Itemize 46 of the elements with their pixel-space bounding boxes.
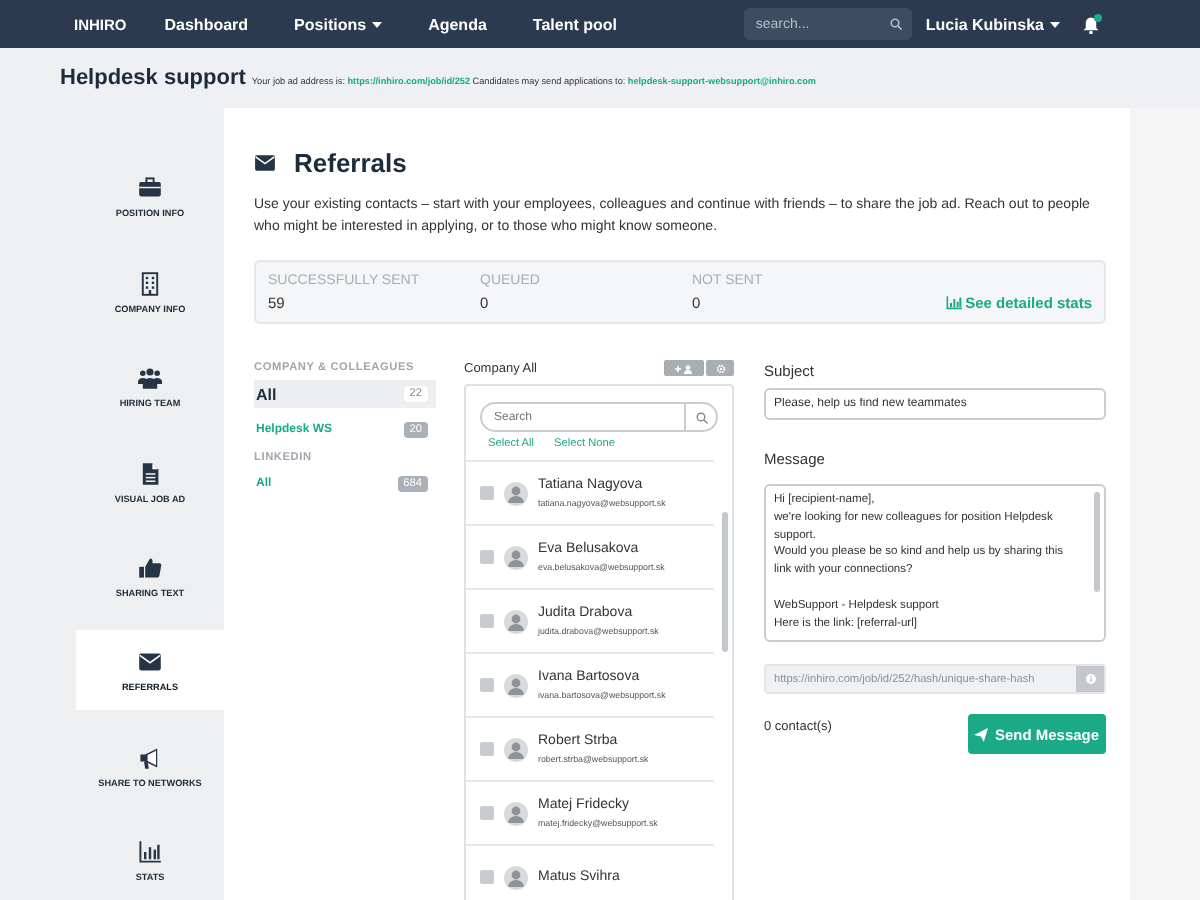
search-icon	[889, 18, 902, 30]
caret-icon	[372, 21, 383, 27]
megaphone-icon	[138, 745, 162, 770]
nav-link[interactable]: Positions	[294, 15, 383, 33]
envelope-icon	[254, 152, 276, 174]
add-contact-button[interactable]	[664, 360, 704, 376]
avatar-icon	[504, 673, 528, 697]
notification-bell[interactable]	[1082, 15, 1100, 33]
thumbs-up-icon	[138, 555, 162, 580]
nav-link[interactable]: Talent pool	[532, 15, 617, 33]
avatar-icon	[504, 737, 528, 761]
scrollbar[interactable]	[722, 512, 728, 652]
avatar-icon	[504, 609, 528, 633]
page-title: Helpdesk support	[60, 64, 246, 94]
briefcase-icon	[138, 176, 162, 201]
settings-icon	[715, 363, 725, 373]
paper-plane-icon	[974, 727, 989, 741]
avatar-icon	[504, 545, 528, 569]
settings-button[interactable]	[706, 360, 734, 376]
search-icon	[696, 411, 708, 423]
nav-link[interactable]: Agenda	[428, 15, 487, 33]
checkbox[interactable]	[480, 678, 494, 692]
checkbox[interactable]	[480, 486, 494, 500]
info-icon	[1085, 674, 1095, 684]
checkbox[interactable]	[480, 742, 494, 756]
person-plus-icon	[674, 363, 694, 373]
document-icon	[138, 461, 162, 485]
avatar-icon	[504, 481, 528, 505]
checkbox[interactable]	[480, 614, 494, 628]
avatar-icon	[504, 865, 528, 889]
section-title: Referrals	[294, 148, 407, 178]
nav-link[interactable]: Dashboard	[164, 15, 249, 33]
checkbox[interactable]	[480, 870, 494, 884]
people-icon	[138, 366, 162, 391]
chart-icon	[945, 295, 962, 309]
scrollbar[interactable]	[1094, 492, 1100, 592]
building-icon	[138, 271, 162, 296]
user-menu[interactable]: Lucia Kubinska	[925, 15, 1060, 33]
group-label: All	[256, 385, 277, 403]
bell-icon	[1082, 15, 1100, 33]
caret-icon	[1050, 21, 1060, 27]
checkbox[interactable]	[480, 806, 494, 820]
envelope-icon	[138, 650, 162, 675]
bar-chart-icon	[138, 840, 162, 864]
avatar-icon	[504, 801, 528, 825]
checkbox[interactable]	[480, 550, 494, 564]
